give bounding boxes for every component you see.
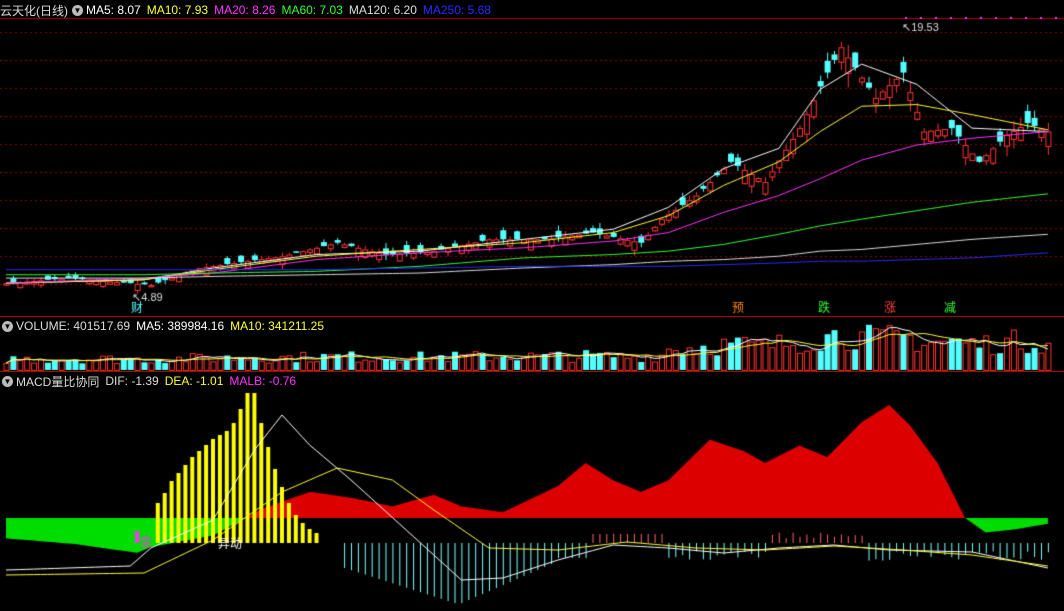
volume-label: VOLUME: 401517.69: [16, 319, 131, 333]
chevron-down-icon[interactable]: ▼: [2, 375, 13, 387]
ma5-label: MA5: 8.07: [86, 3, 141, 17]
dea-label: DEA: -1.01: [164, 374, 224, 388]
ma60-label: MA60: 7.03: [281, 3, 343, 17]
macd-panel-header: ▼ MACD量比协同 DIF: -1.39 DEA: -1.01 MALB: -…: [0, 372, 302, 390]
volume-panel-header: ▼ VOLUME: 401517.69 MA5: 389984.16 MA10:…: [0, 317, 330, 335]
volume-ma5-label: MA5: 389984.16: [136, 319, 225, 333]
macd-title: MACD量比协同: [16, 374, 100, 389]
ma10-label: MA10: 7.93: [146, 3, 209, 17]
stock-chart-canvas[interactable]: [0, 0, 1064, 611]
stock-title: 云天化(日线): [0, 3, 68, 18]
ma120-label: MA120: 6.20: [348, 3, 417, 17]
price-panel-header: 云天化(日线) ▼ MA5: 8.07 MA10: 7.93 MA20: 8.2…: [0, 1, 497, 19]
malb-label: MALB: -0.76: [229, 374, 297, 388]
ma250-label: MA250: 5.68: [422, 3, 491, 17]
dif-label: DIF: -1.39: [105, 374, 159, 388]
volume-ma10-label: MA10: 341211.25: [230, 319, 325, 333]
ma20-label: MA20: 8.26: [214, 3, 276, 17]
chevron-down-icon[interactable]: ▼: [2, 320, 13, 332]
chevron-down-icon[interactable]: ▼: [72, 4, 83, 16]
